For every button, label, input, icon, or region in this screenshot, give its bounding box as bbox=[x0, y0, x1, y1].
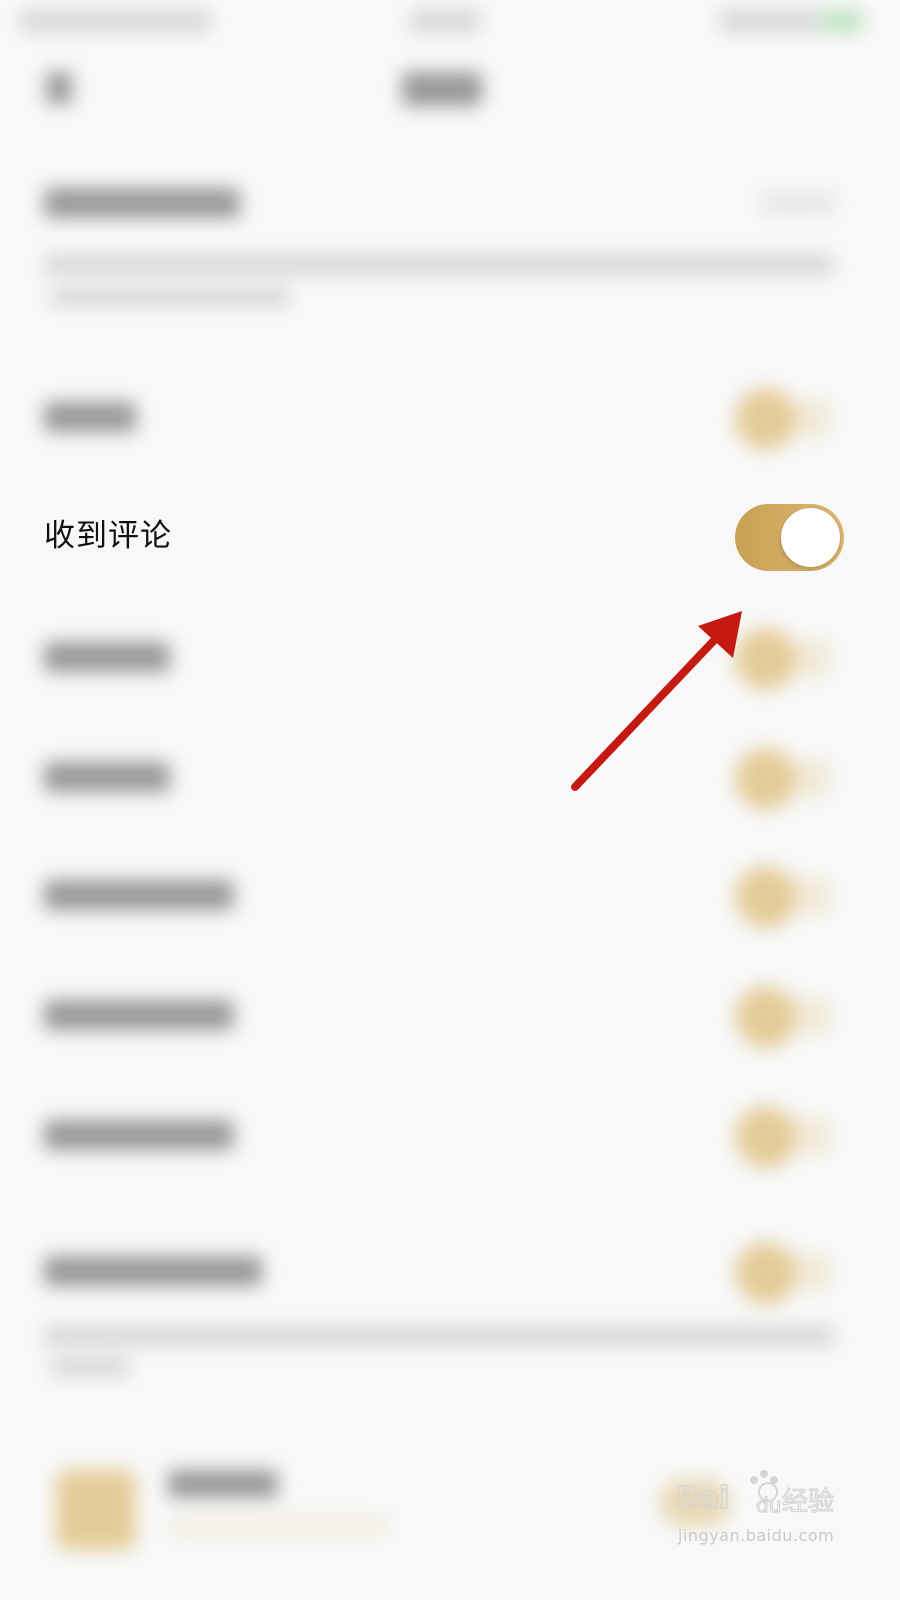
annotation-arrow-icon bbox=[571, 611, 742, 791]
svg-text:du: du bbox=[756, 1493, 781, 1517]
svg-text:Bai: Bai bbox=[676, 1481, 729, 1516]
watermark-url: jingyan.baidu.com bbox=[678, 1526, 835, 1545]
svg-text:经验: 经验 bbox=[782, 1487, 834, 1517]
baidu-jingyan-watermark: Bai du 经验 jingyan.baidu.com bbox=[672, 1466, 872, 1556]
blurred-background bbox=[0, 0, 882, 1568]
toggle-knob bbox=[781, 508, 840, 567]
row-label: 收到评论 bbox=[44, 518, 172, 554]
comments-toggle-switch[interactable] bbox=[735, 504, 844, 571]
baidu-logo-icon: Bai du 经验 bbox=[675, 1470, 835, 1518]
settings-row-received-comments: 收到评论 bbox=[0, 492, 882, 584]
